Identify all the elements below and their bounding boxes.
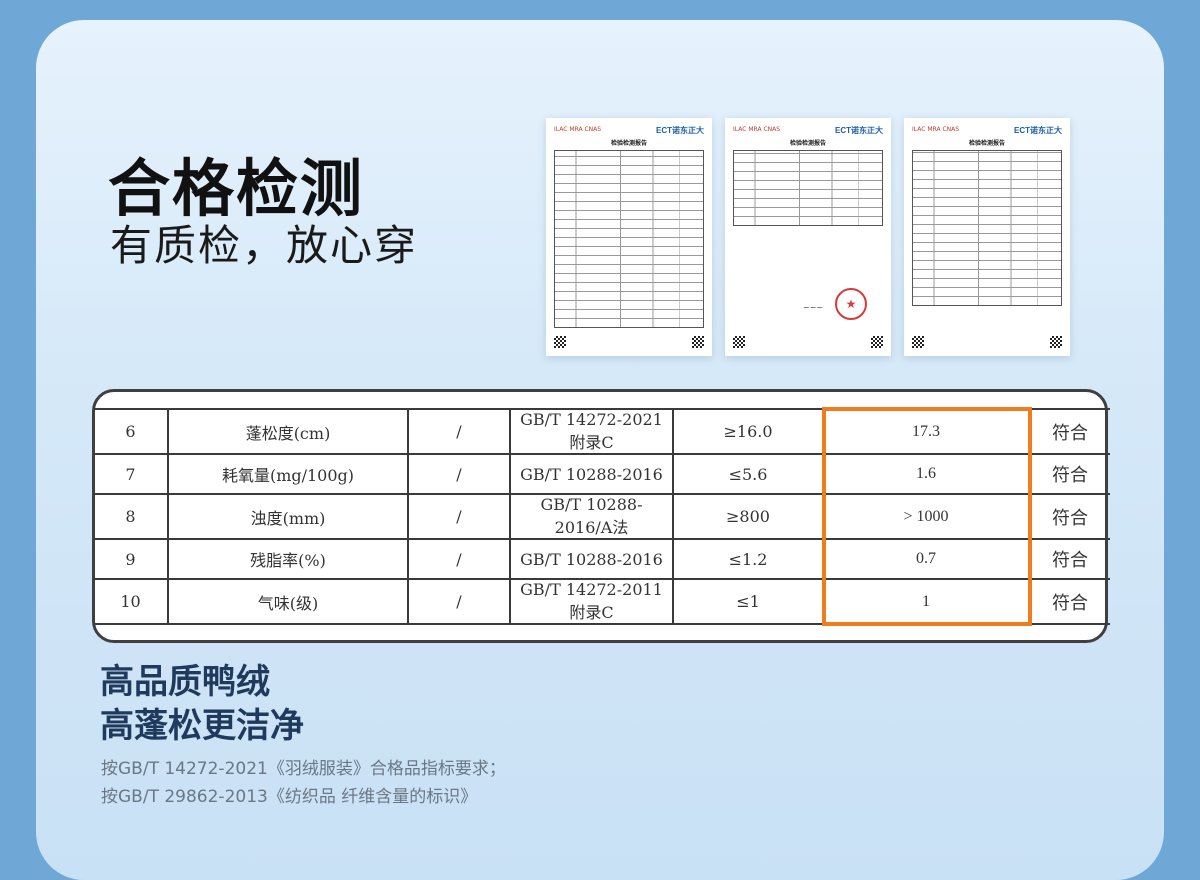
qr-code-icon [554, 336, 566, 348]
unit: / [407, 538, 511, 580]
accreditation-logos: ILAC MRA CNAS [733, 126, 781, 133]
feature-line-2: 高蓬松更洁净 [100, 706, 304, 746]
unit: / [407, 408, 511, 455]
official-seal-icon: ★ [835, 288, 867, 320]
report-title: 检验检测报告 [968, 140, 1005, 147]
test-standard: GB/T 14272-2021 附录C [509, 408, 674, 455]
test-standard: GB/T 10288-2016 [509, 453, 674, 495]
test-report-2: ILAC MRA CNAS ECT诺东正大 检验检测报告 ~~~ ★ [725, 118, 891, 356]
page-subtitle: 有质检，放心穿 [110, 221, 419, 270]
unit: / [407, 453, 511, 495]
test-item: 气味(级) [167, 578, 409, 625]
requirement: ≥16.0 [672, 408, 824, 455]
test-item: 浊度(mm) [167, 493, 409, 540]
qr-code-icon [733, 336, 745, 348]
standards-note-line-1: 按GB/T 14272-2021《羽绒服装》合格品指标要求； [101, 759, 506, 779]
accreditation-logos: ILAC MRA CNAS [554, 126, 602, 133]
feature-line-1: 高品质鸭绒 [100, 662, 270, 702]
lab-brand: ECT诺东正大 [835, 126, 883, 135]
requirement: ≥800 [672, 493, 824, 540]
qr-code-icon [871, 336, 883, 348]
signature: ~~~ [803, 303, 824, 312]
test-standard: GB/T 10288-2016 [509, 538, 674, 580]
accreditation-logos: ILAC MRA CNAS [912, 126, 960, 133]
row-number: 9 [94, 538, 169, 580]
report-table [733, 150, 883, 226]
requirement: ≤5.6 [672, 453, 824, 495]
standards-note-line-2: 按GB/T 29862-2013《纺织品 纤维含量的标识》 [101, 787, 478, 807]
lab-brand: ECT诺东正大 [1014, 126, 1062, 135]
standards-note: 按GB/T 14272-2021《羽绒服装》合格品指标要求； 按GB/T 298… [101, 755, 506, 811]
report-title: 检验检测报告 [610, 140, 647, 147]
report-title: 检验检测报告 [789, 140, 826, 147]
conclusion: 符合 [1028, 408, 1110, 455]
qr-code-icon [912, 336, 924, 348]
row-number: 10 [94, 578, 169, 625]
qr-code-icon [692, 336, 704, 348]
conclusion: 符合 [1028, 538, 1110, 580]
test-standard: GB/T 14272-2011 附录C [509, 578, 674, 625]
conclusion: 符合 [1028, 578, 1110, 625]
conclusion: 符合 [1028, 453, 1110, 495]
qr-code-icon [1050, 336, 1062, 348]
requirement: ≤1 [672, 578, 824, 625]
test-item: 残脂率(%) [167, 538, 409, 580]
feature-heading: 高品质鸭绒 高蓬松更洁净 [100, 660, 304, 748]
result-highlight-box [822, 407, 1032, 626]
report-table [912, 150, 1062, 306]
row-number: 8 [94, 493, 169, 540]
row-number: 6 [94, 408, 169, 455]
report-table [554, 150, 704, 328]
test-item: 蓬松度(cm) [167, 408, 409, 455]
lab-brand: ECT诺东正大 [656, 126, 704, 135]
test-standard: GB/T 10288-2016/A法 [509, 493, 674, 540]
test-report-1: ILAC MRA CNAS ECT诺东正大 检验检测报告 [546, 118, 712, 356]
row-number: 7 [94, 453, 169, 495]
conclusion: 符合 [1028, 493, 1110, 540]
unit: / [407, 578, 511, 625]
requirement: ≤1.2 [672, 538, 824, 580]
test-item: 耗氧量(mg/100g) [167, 453, 409, 495]
unit: / [407, 493, 511, 540]
test-report-3: ILAC MRA CNAS ECT诺东正大 检验检测报告 [904, 118, 1070, 356]
